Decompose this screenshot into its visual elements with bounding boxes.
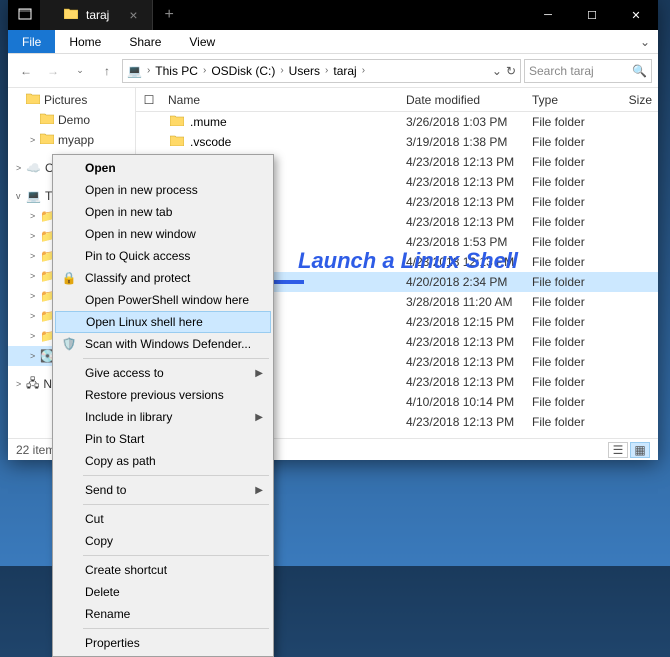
app-icon (18, 8, 32, 23)
folder-icon (26, 93, 40, 107)
back-button[interactable]: ← (14, 59, 38, 83)
folder-icon (170, 135, 184, 149)
menu-item[interactable]: Include in library▶ (55, 406, 271, 428)
close-icon[interactable]: × (129, 7, 137, 23)
menu-item[interactable]: Open (55, 157, 271, 179)
ribbon-expand-icon[interactable]: ⌄ (632, 35, 658, 49)
menu-item[interactable]: Open Linux shell here (55, 311, 271, 333)
menu-item[interactable]: Send to▶ (55, 479, 271, 501)
window-tab[interactable]: taraj × (40, 0, 153, 30)
shield-icon: 🛡️ (61, 337, 77, 351)
chevron-right-icon[interactable]: › (362, 65, 365, 76)
menu-item[interactable]: 🛡️Scan with Windows Defender... (55, 333, 271, 355)
dropdown-icon[interactable]: ⌄ (492, 64, 502, 78)
menu-item[interactable]: Cut (55, 508, 271, 530)
select-all-checkbox[interactable]: ☐ (136, 93, 162, 107)
breadcrumb[interactable]: 💻 › This PC › OSDisk (C:) › Users › tara… (122, 59, 521, 83)
chevron-right-icon[interactable]: › (203, 65, 206, 76)
menu-item[interactable]: Copy (55, 530, 271, 552)
chevron-right-icon[interactable]: › (325, 65, 328, 76)
table-row[interactable]: .mume3/26/2018 1:03 PMFile folder (136, 112, 658, 132)
ribbon-view[interactable]: View (175, 30, 229, 53)
refresh-icon[interactable]: ↻ (506, 64, 516, 78)
new-tab-button[interactable]: + (153, 6, 186, 24)
lock-icon: 🔒 (61, 271, 77, 285)
search-icon[interactable]: 🔍 (632, 64, 647, 78)
recent-button[interactable]: ⌄ (68, 59, 92, 83)
search-input[interactable]: Search taraj 🔍 (524, 59, 652, 83)
ribbon-share[interactable]: Share (115, 30, 175, 53)
ribbon-home[interactable]: Home (55, 30, 115, 53)
breadcrumb-seg[interactable]: OSDisk (C:) (211, 64, 275, 78)
chevron-right-icon: ▶ (255, 412, 263, 423)
up-button[interactable]: ↑ (95, 59, 119, 83)
col-name[interactable]: Name (162, 93, 406, 107)
folder-icon (40, 133, 54, 147)
breadcrumb-seg[interactable]: This PC (155, 64, 198, 78)
close-button[interactable]: ✕ (614, 0, 658, 30)
chevron-right-icon[interactable]: › (280, 65, 283, 76)
address-bar: ← → ⌄ ↑ 💻 › This PC › OSDisk (C:) › User… (8, 54, 658, 88)
folder-icon (170, 115, 184, 129)
table-row[interactable]: .vscode3/19/2018 1:38 PMFile folder (136, 132, 658, 152)
menu-item[interactable]: Create shortcut (55, 559, 271, 581)
menu-item[interactable]: Give access to▶ (55, 362, 271, 384)
titlebar[interactable]: taraj × + ─ ☐ ✕ (8, 0, 658, 30)
chevron-right-icon[interactable]: › (147, 65, 150, 76)
tree-item[interactable]: Pictures (8, 90, 135, 110)
breadcrumb-seg[interactable]: taraj (333, 64, 356, 78)
folder-icon (64, 8, 78, 22)
ribbon: File Home Share View ⌄ (8, 30, 658, 54)
folder-icon: ☁️ (26, 161, 41, 175)
folder-icon: 💻 (26, 189, 41, 203)
item-count: 22 item (16, 443, 55, 457)
menu-item[interactable]: Open in new process (55, 179, 271, 201)
tree-item[interactable]: >myapp (8, 130, 135, 150)
minimize-button[interactable]: ─ (526, 0, 570, 30)
menu-item[interactable]: Properties (55, 632, 271, 654)
menu-item[interactable]: Pin to Start (55, 428, 271, 450)
breadcrumb-seg[interactable]: Users (289, 64, 320, 78)
menu-item[interactable]: Rename (55, 603, 271, 625)
menu-item[interactable]: Pin to Quick access (55, 245, 271, 267)
menu-item[interactable]: 🔒Classify and protect (55, 267, 271, 289)
col-date[interactable]: Date modified (406, 93, 532, 107)
tree-item[interactable]: Demo (8, 110, 135, 130)
context-menu[interactable]: OpenOpen in new processOpen in new tabOp… (52, 154, 274, 657)
forward-button[interactable]: → (41, 59, 65, 83)
view-details-icon[interactable]: ▦ (630, 442, 650, 458)
maximize-button[interactable]: ☐ (570, 0, 614, 30)
col-size[interactable]: Size (616, 93, 658, 107)
menu-item[interactable]: Open PowerShell window here (55, 289, 271, 311)
menu-item[interactable]: Open in new window (55, 223, 271, 245)
folder-icon: 🖧 (26, 374, 39, 395)
pc-icon: 💻 (127, 64, 142, 78)
menu-item[interactable]: Restore previous versions (55, 384, 271, 406)
menu-item[interactable]: Copy as path (55, 450, 271, 472)
col-type[interactable]: Type (532, 93, 616, 107)
folder-icon (40, 113, 54, 127)
column-headers: ☐ Name Date modified Type Size (136, 88, 658, 112)
menu-item[interactable]: Open in new tab (55, 201, 271, 223)
chevron-right-icon: ▶ (255, 368, 263, 379)
view-list-icon[interactable]: ☰ (608, 442, 628, 458)
tab-title: taraj (86, 8, 109, 22)
ribbon-file[interactable]: File (8, 30, 55, 53)
menu-item[interactable]: Delete (55, 581, 271, 603)
chevron-right-icon: ▶ (255, 485, 263, 496)
